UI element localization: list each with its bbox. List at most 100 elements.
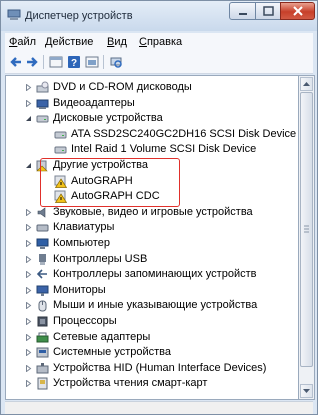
menu-view-label: ид — [114, 36, 127, 48]
expand-arrow-icon[interactable] — [25, 364, 32, 372]
tree-item-label: Процессоры — [53, 315, 117, 327]
cdrom-icon — [36, 81, 49, 93]
computer-icon — [36, 238, 49, 249]
menu-view[interactable]: Вид — [107, 36, 127, 48]
menu-action[interactable]: Действие — [45, 36, 93, 48]
tree-item[interactable]: Дисковые устройства — [6, 111, 298, 126]
expand-arrow-icon[interactable] — [25, 84, 32, 91]
expand-arrow-icon[interactable] — [25, 318, 32, 325]
tree-item[interactable]: Контроллеры запоминающих устройств — [6, 267, 298, 282]
back-arrow-icon[interactable] — [9, 55, 23, 69]
scroll-up-icon — [303, 82, 310, 86]
sound-icon — [37, 207, 46, 218]
expand-arrow-icon[interactable] — [25, 380, 32, 388]
scroll-grip-icon — [304, 225, 309, 233]
expand-arrow-icon[interactable] — [25, 333, 32, 341]
tree-item[interactable]: Процессоры — [6, 314, 298, 329]
tree-item-label: Звуковые, видео и игровые устройства — [53, 205, 253, 218]
menu-help-label: правка — [146, 36, 183, 48]
minimize-icon — [239, 13, 247, 15]
expand-arrow-icon[interactable] — [25, 286, 32, 294]
collapse-arrow-icon[interactable] — [25, 115, 32, 122]
tree-item-label: ATA SSD2SC240GC2DH16 SCSI Disk Device — [71, 127, 297, 140]
status-bar — [5, 401, 313, 414]
tree-item[interactable]: Видеоадаптеры — [6, 96, 298, 111]
tree-item[interactable]: Системные устройства — [6, 345, 298, 360]
tree-item[interactable]: Компьютер — [6, 236, 298, 251]
maximize-button[interactable] — [255, 2, 281, 20]
tree-item-label: Intel Raid 1 Volume SCSI Disk Device — [71, 143, 257, 156]
scroll-thumb[interactable] — [300, 92, 313, 367]
expand-arrow-icon[interactable] — [25, 349, 32, 357]
tree-item[interactable]: Мониторы — [6, 283, 298, 298]
expand-arrow-icon[interactable] — [25, 255, 32, 263]
forward-arrow-icon[interactable] — [25, 55, 39, 69]
tree-item-label: Дисковые устройства — [53, 112, 163, 125]
storage-controller-icon — [36, 269, 47, 279]
scroll-down-button[interactable] — [300, 384, 313, 398]
svg-text:?: ? — [71, 58, 77, 69]
menu-help-hotkey: С — [139, 36, 147, 48]
device-manager-window: Диспетчер устройств Файл Действие Вид Сп… — [0, 0, 318, 415]
display-adapter-icon — [36, 99, 49, 109]
menu-help[interactable]: Справка — [139, 36, 182, 48]
close-button[interactable] — [280, 2, 315, 20]
tree-item[interactable]: DVD и CD-ROM дисководы — [6, 80, 298, 95]
tree-item-label: Контроллеры USB — [53, 252, 148, 265]
tree-item[interactable]: Звуковые, видео и игровые устройства — [6, 205, 298, 220]
tree-item-label: Компьютер — [53, 237, 110, 249]
smartcard-reader-icon — [37, 377, 48, 390]
tree-item-label: Сетевые адаптеры — [53, 330, 151, 343]
keyboard-icon — [36, 224, 49, 232]
menu-bar: Файл Действие Вид Справка — [5, 33, 313, 51]
tree-item-label: DVD и CD-ROM дисководы — [53, 81, 192, 93]
hid-icon — [36, 362, 49, 374]
toolbar: ? — [5, 51, 313, 74]
tree-item[interactable]: ATA SSD2SC240GC2DH16 SCSI Disk Device — [6, 127, 298, 142]
device-manager-app-icon — [7, 9, 21, 20]
tree-item-label: Контроллеры запоминающих устройств — [53, 268, 257, 281]
title-bar[interactable]: Диспетчер устройств — [1, 1, 317, 31]
disk-drive-icon — [36, 115, 49, 123]
tree-item-label: Мониторы — [53, 283, 106, 296]
expand-arrow-icon[interactable] — [25, 208, 32, 216]
network-adapter-icon — [36, 332, 49, 343]
tree-item[interactable]: Мыши и иные указывающие устройства — [6, 298, 298, 313]
usb-icon — [39, 253, 46, 265]
tree-item[interactable]: Контроллеры USB — [6, 252, 298, 267]
tree-item[interactable]: Устройства чтения смарт-карт — [6, 376, 298, 391]
menu-file-label: айл — [17, 36, 37, 48]
tree-item[interactable]: Клавиатуры — [6, 220, 298, 235]
tree-item[interactable]: Сетевые адаптеры — [6, 330, 298, 345]
highlight-box — [40, 158, 180, 207]
minimize-button[interactable] — [229, 2, 256, 20]
expand-arrow-icon[interactable] — [25, 271, 32, 279]
expand-arrow-icon[interactable] — [25, 99, 32, 107]
toolbar-separator — [103, 55, 104, 69]
expand-arrow-icon[interactable] — [25, 240, 32, 247]
maximize-icon — [263, 6, 274, 16]
window-title: Диспетчер устройств — [25, 10, 133, 22]
scroll-up-button[interactable] — [300, 77, 313, 91]
update-driver-icon[interactable] — [85, 55, 99, 69]
scan-hardware-icon[interactable] — [109, 55, 123, 69]
close-icon — [293, 6, 303, 16]
tree-item[interactable]: Устройства HID (Human Interface Devices) — [6, 361, 298, 376]
tree-item-label: Устройства чтения смарт-карт — [53, 377, 208, 390]
system-device-icon — [36, 347, 49, 358]
collapse-arrow-icon[interactable] — [25, 162, 32, 169]
properties-icon[interactable] — [49, 55, 63, 69]
tree-item-label: Устройства HID (Human Interface Devices) — [53, 361, 267, 374]
tree-item[interactable]: Intel Raid 1 Volume SCSI Disk Device — [6, 142, 298, 157]
monitor-icon — [36, 285, 49, 296]
expand-arrow-icon[interactable] — [25, 302, 32, 310]
menu-file[interactable]: Файл — [9, 36, 36, 48]
toolbar-separator — [43, 55, 44, 69]
menu-action-label: ействие — [52, 36, 94, 48]
vertical-scrollbar[interactable] — [299, 75, 315, 400]
disk-drive-icon — [54, 131, 67, 139]
expand-arrow-icon[interactable] — [25, 224, 32, 232]
tree-item-label: Клавиатуры — [53, 221, 115, 234]
device-tree[interactable]: DVD и CD-ROM дисководы Видеоадаптеры Диско… — [5, 75, 299, 400]
help-icon[interactable]: ? — [67, 55, 81, 69]
